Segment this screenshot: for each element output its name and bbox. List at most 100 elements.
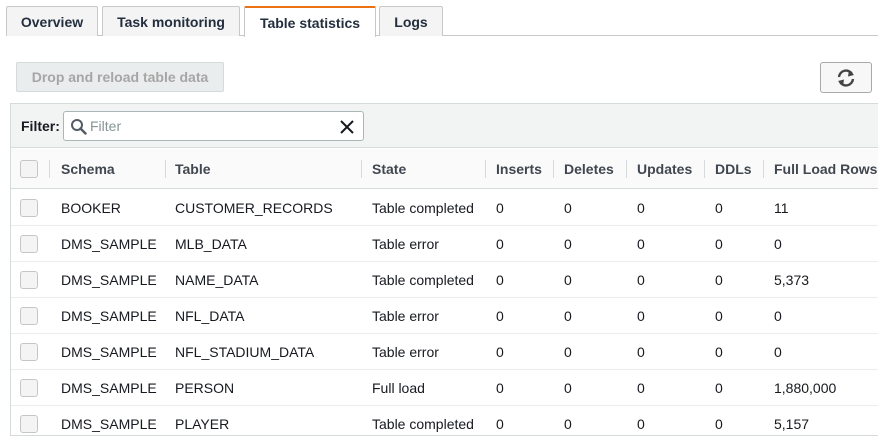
column-divider (704, 160, 705, 178)
filter-input[interactable] (88, 116, 328, 136)
row-checkbox[interactable] (20, 307, 38, 325)
column-header-full-load-rows[interactable]: Full Load Rows (774, 149, 877, 189)
cell-updates: 0 (637, 236, 645, 252)
cell-state: Table completed (372, 416, 474, 432)
table-row[interactable]: DMS_SAMPLE MLB_DATA Table error 0 0 0 0 … (11, 226, 878, 262)
cell-table: NAME_DATA (175, 272, 259, 288)
cell-updates: 0 (637, 272, 645, 288)
column-header-ddls[interactable]: DDLs (715, 149, 752, 189)
row-checkbox[interactable] (20, 235, 38, 253)
cell-full-load-rows: 0 (774, 236, 782, 252)
cell-deletes: 0 (564, 344, 572, 360)
column-header-state[interactable]: State (372, 149, 406, 189)
table-row[interactable]: DMS_SAMPLE NFL_STADIUM_DATA Table error … (11, 334, 878, 370)
tab-task-monitoring[interactable]: Task monitoring (102, 6, 240, 36)
cell-ddls: 0 (715, 236, 723, 252)
row-checkbox[interactable] (20, 199, 38, 217)
table-row[interactable]: BOOKER CUSTOMER_RECORDS Table completed … (11, 190, 878, 226)
cell-table: PLAYER (175, 416, 230, 432)
row-checkbox[interactable] (20, 415, 38, 433)
cell-full-load-rows: 0 (774, 344, 782, 360)
cell-full-load-rows: 0 (774, 308, 782, 324)
cell-deletes: 0 (564, 308, 572, 324)
row-checkbox[interactable] (20, 343, 38, 361)
cell-schema: DMS_SAMPLE (61, 380, 157, 396)
refresh-icon (837, 68, 855, 87)
column-header-deletes[interactable]: Deletes (564, 149, 614, 189)
table-row[interactable]: DMS_SAMPLE PLAYER Table completed 0 0 0 … (11, 406, 878, 435)
cell-table: NFL_STADIUM_DATA (175, 344, 315, 360)
cell-inserts: 0 (496, 380, 504, 396)
cell-updates: 0 (637, 308, 645, 324)
cell-schema: DMS_SAMPLE (61, 272, 157, 288)
cell-ddls: 0 (715, 200, 723, 216)
cell-state: Table completed (372, 200, 474, 216)
cell-deletes: 0 (564, 200, 572, 216)
table-row[interactable]: DMS_SAMPLE NAME_DATA Table completed 0 0… (11, 262, 878, 298)
tab-logs[interactable]: Logs (379, 6, 443, 36)
column-header-inserts[interactable]: Inserts (496, 149, 542, 189)
table-row[interactable]: DMS_SAMPLE PERSON Full load 0 0 0 0 1,88… (11, 370, 878, 406)
column-divider (485, 160, 486, 178)
column-divider (361, 160, 362, 178)
cell-ddls: 0 (715, 272, 723, 288)
cell-deletes: 0 (564, 236, 572, 252)
cell-table: NFL_DATA (175, 308, 245, 324)
column-header-table[interactable]: Table (175, 149, 211, 189)
cell-state: Full load (372, 380, 425, 396)
cell-schema: DMS_SAMPLE (61, 344, 157, 360)
column-header-updates[interactable]: Updates (637, 149, 692, 189)
cell-ddls: 0 (715, 380, 723, 396)
drop-reload-button[interactable]: Drop and reload table data (16, 62, 224, 92)
table-panel: Filter: Schema Table State Inserts Delet… (10, 103, 878, 436)
cell-table: PERSON (175, 380, 235, 396)
cell-ddls: 0 (715, 308, 723, 324)
filter-box (63, 111, 364, 141)
cell-table: CUSTOMER_RECORDS (175, 200, 333, 216)
column-divider (165, 160, 166, 178)
cell-ddls: 0 (715, 416, 723, 432)
cell-inserts: 0 (496, 200, 504, 216)
cell-inserts: 0 (496, 308, 504, 324)
cell-state: Table error (372, 236, 439, 252)
cell-inserts: 0 (496, 272, 504, 288)
tab-table-statistics[interactable]: Table statistics (244, 6, 376, 37)
cell-updates: 0 (637, 200, 645, 216)
cell-updates: 0 (637, 380, 645, 396)
row-checkbox[interactable] (20, 379, 38, 397)
cell-inserts: 0 (496, 344, 504, 360)
cell-inserts: 0 (496, 416, 504, 432)
cell-full-load-rows: 1,880,000 (774, 380, 837, 396)
cell-schema: DMS_SAMPLE (61, 308, 157, 324)
cell-state: Table error (372, 308, 439, 324)
column-divider (49, 160, 50, 178)
refresh-button[interactable] (820, 62, 872, 93)
cell-schema: BOOKER (61, 200, 121, 216)
cell-table: MLB_DATA (175, 236, 247, 252)
cell-deletes: 0 (564, 416, 572, 432)
cell-deletes: 0 (564, 272, 572, 288)
filter-bar: Filter: (11, 104, 878, 148)
cell-updates: 0 (637, 416, 645, 432)
select-all-checkbox[interactable] (20, 160, 38, 178)
table-header: Schema Table State Inserts Deletes Updat… (11, 149, 878, 189)
column-divider (626, 160, 627, 178)
cell-full-load-rows: 5,157 (774, 416, 810, 432)
cell-full-load-rows: 11 (774, 200, 789, 216)
column-divider (553, 160, 554, 178)
row-checkbox[interactable] (20, 271, 38, 289)
close-icon[interactable] (338, 118, 356, 136)
tab-overview[interactable]: Overview (6, 6, 98, 36)
cell-schema: DMS_SAMPLE (61, 416, 157, 432)
cell-deletes: 0 (564, 380, 572, 396)
column-divider (763, 160, 764, 178)
tab-bar: Overview Task monitoring Table statistic… (0, 0, 892, 37)
cell-schema: DMS_SAMPLE (61, 236, 157, 252)
column-header-schema[interactable]: Schema (61, 149, 115, 189)
cell-full-load-rows: 5,373 (774, 272, 810, 288)
cell-state: Table completed (372, 272, 474, 288)
filter-label: Filter: (21, 118, 60, 134)
cell-ddls: 0 (715, 344, 723, 360)
cell-state: Table error (372, 344, 439, 360)
table-row[interactable]: DMS_SAMPLE NFL_DATA Table error 0 0 0 0 … (11, 298, 878, 334)
